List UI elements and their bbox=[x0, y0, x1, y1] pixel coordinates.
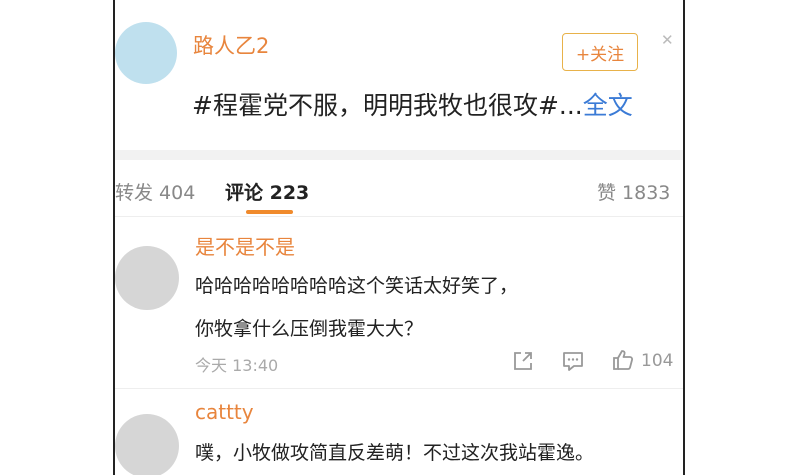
tab-repost[interactable]: 转发 404 bbox=[115, 178, 195, 205]
share-icon[interactable] bbox=[512, 350, 534, 372]
tabs-divider bbox=[115, 216, 683, 217]
active-tab-indicator bbox=[246, 210, 293, 214]
comment-username[interactable]: 是不是不是 bbox=[195, 231, 295, 260]
weibo-post-screen: 路人乙2 +关注 ✕ #程霍党不服，明明我牧也很攻#...全文 转发 404 评… bbox=[113, 0, 685, 475]
post-tabs: 转发 404 评论 223 赞 1833 bbox=[115, 160, 683, 216]
comment-username[interactable]: cattty bbox=[195, 400, 254, 424]
post-text: #程霍党不服，明明我牧也很攻#...全文 bbox=[192, 86, 633, 122]
tab-like[interactable]: 赞 1833 bbox=[597, 178, 670, 205]
thumbs-up-icon[interactable] bbox=[611, 348, 635, 372]
section-gap bbox=[115, 150, 683, 160]
reply-icon[interactable] bbox=[561, 350, 585, 372]
post-username[interactable]: 路人乙2 bbox=[193, 30, 269, 60]
tab-comment[interactable]: 评论 223 bbox=[225, 178, 309, 205]
comment-text-line: 你牧拿什么压倒我霍大大？ bbox=[195, 318, 424, 340]
close-icon[interactable]: ✕ bbox=[661, 31, 674, 49]
read-more-link[interactable]: 全文 bbox=[583, 91, 633, 120]
comment-text-line: 哈哈哈哈哈哈哈哈这个笑话太好笑了， bbox=[195, 275, 519, 297]
comment-like-count: 104 bbox=[641, 351, 674, 371]
comment-avatar[interactable] bbox=[115, 414, 179, 475]
comment-timestamp: 今天 13:40 bbox=[195, 356, 279, 375]
comment-text-line: 噗，小牧做攻简直反差萌！不过这次我站霍逸。 bbox=[195, 442, 595, 464]
follow-button[interactable]: +关注 bbox=[562, 33, 638, 71]
post-avatar[interactable] bbox=[115, 22, 177, 84]
comment-divider bbox=[115, 388, 683, 389]
comment-avatar[interactable] bbox=[115, 246, 179, 310]
post-body: #程霍党不服，明明我牧也很攻#... bbox=[192, 91, 583, 120]
